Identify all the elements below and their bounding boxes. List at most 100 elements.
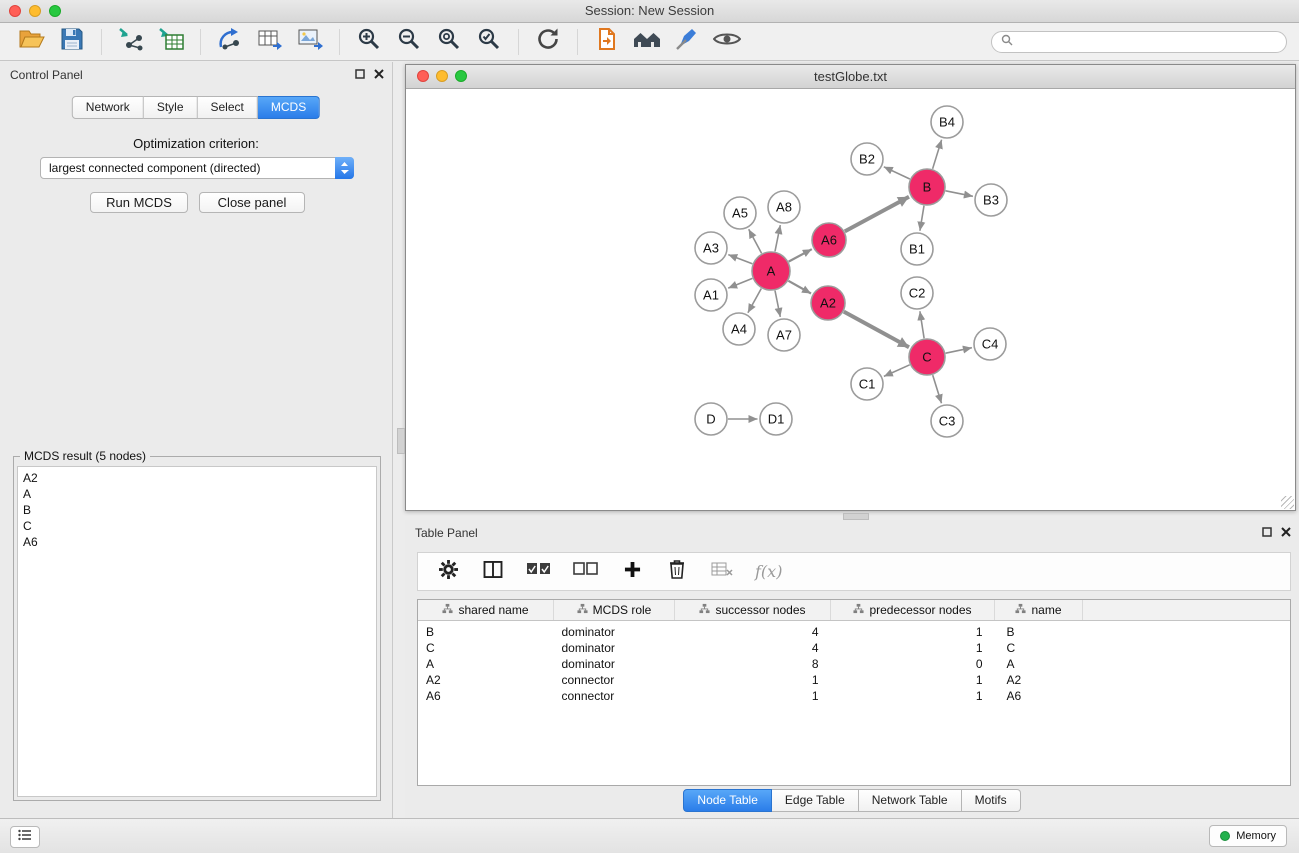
function-builder-button[interactable]: f(x) bbox=[755, 556, 782, 588]
graph-edge[interactable] bbox=[884, 365, 910, 377]
criterion-dropdown[interactable]: largest connected component (directed) bbox=[40, 157, 354, 179]
horizontal-splitter-handle[interactable] bbox=[843, 513, 869, 520]
graph-edge[interactable] bbox=[789, 249, 812, 261]
column-header-predecessor-nodes[interactable]: predecessor nodes bbox=[831, 600, 995, 621]
home-button[interactable] bbox=[627, 26, 667, 58]
network-from-selection-button[interactable] bbox=[210, 26, 250, 58]
graph-node-C3[interactable]: C3 bbox=[931, 405, 963, 437]
style-edit-button[interactable] bbox=[667, 26, 707, 58]
graph-edge[interactable] bbox=[748, 289, 761, 313]
float-panel-icon[interactable] bbox=[1262, 527, 1272, 537]
table-row[interactable]: Adominator80A bbox=[418, 656, 1290, 672]
table-row[interactable]: A6connector11A6 bbox=[418, 688, 1290, 704]
graph-edge[interactable] bbox=[920, 206, 924, 231]
graph-edge[interactable] bbox=[884, 167, 910, 179]
vertical-splitter-handle[interactable] bbox=[397, 428, 405, 454]
mcds-result-list[interactable]: A2ABCA6 bbox=[17, 466, 377, 797]
graph-node-A[interactable]: A bbox=[752, 252, 790, 290]
graph-node-B2[interactable]: B2 bbox=[851, 143, 883, 175]
graph-node-B[interactable]: B bbox=[909, 169, 945, 205]
delete-table-button[interactable] bbox=[710, 556, 734, 588]
column-header-successor-nodes[interactable]: successor nodes bbox=[675, 600, 831, 621]
tab-network-table[interactable]: Network Table bbox=[859, 789, 962, 812]
graph-node-C4[interactable]: C4 bbox=[974, 328, 1006, 360]
graph-edge[interactable] bbox=[844, 312, 909, 348]
graph-node-A2[interactable]: A2 bbox=[811, 286, 845, 320]
graph-edge[interactable] bbox=[775, 291, 780, 317]
graph-edge[interactable] bbox=[933, 140, 942, 169]
tab-select[interactable]: Select bbox=[198, 96, 258, 119]
column-header-name[interactable]: name bbox=[995, 600, 1083, 621]
graph-node-C1[interactable]: C1 bbox=[851, 368, 883, 400]
graph-edge[interactable] bbox=[749, 229, 762, 253]
close-panel-button[interactable]: Close panel bbox=[199, 192, 305, 213]
graph-node-A7[interactable]: A7 bbox=[768, 319, 800, 351]
close-panel-icon[interactable] bbox=[1281, 527, 1291, 537]
table-row[interactable]: Bdominator41B bbox=[418, 621, 1290, 641]
show-hide-button[interactable] bbox=[707, 26, 747, 58]
graph-node-C[interactable]: C bbox=[909, 339, 945, 375]
select-all-button[interactable] bbox=[526, 556, 552, 588]
graph-node-A3[interactable]: A3 bbox=[695, 232, 727, 264]
delete-columns-button[interactable] bbox=[665, 556, 689, 588]
task-history-button[interactable] bbox=[10, 826, 40, 848]
tab-network[interactable]: Network bbox=[72, 96, 144, 119]
search-input[interactable] bbox=[1019, 34, 1277, 50]
minimize-window-button[interactable] bbox=[29, 5, 41, 17]
float-panel-icon[interactable] bbox=[355, 69, 365, 79]
import-table-button[interactable] bbox=[151, 26, 191, 58]
close-panel-icon[interactable] bbox=[374, 69, 384, 79]
graph-node-D[interactable]: D bbox=[695, 403, 727, 435]
graph-node-A8[interactable]: A8 bbox=[768, 191, 800, 223]
graph-node-B3[interactable]: B3 bbox=[975, 184, 1007, 216]
zoom-window-button[interactable] bbox=[49, 5, 61, 17]
network-canvas[interactable]: B4 B2 B B3 A5 A8 A6 B1 A3 A C2 A1 A2 A4 A7 C4 C C1 C3 D D1 bbox=[406, 89, 1295, 510]
show-columns-button[interactable] bbox=[481, 556, 505, 588]
graph-node-C2[interactable]: C2 bbox=[901, 277, 933, 309]
tab-node-table[interactable]: Node Table bbox=[683, 789, 772, 812]
new-table-button[interactable] bbox=[250, 26, 290, 58]
graph-node-B4[interactable]: B4 bbox=[931, 106, 963, 138]
graph-node-B1[interactable]: B1 bbox=[901, 233, 933, 265]
graph-node-A4[interactable]: A4 bbox=[723, 313, 755, 345]
table-row[interactable]: A2connector11A2 bbox=[418, 672, 1290, 688]
graph-node-A1[interactable]: A1 bbox=[695, 279, 727, 311]
table-settings-button[interactable] bbox=[436, 556, 460, 588]
graph-edge[interactable] bbox=[845, 197, 909, 232]
column-header-shared-name[interactable]: shared name bbox=[418, 600, 554, 621]
close-window-button[interactable] bbox=[9, 5, 21, 17]
session-document-button[interactable] bbox=[587, 26, 627, 58]
window-resize-grip[interactable] bbox=[1281, 496, 1294, 509]
add-column-button[interactable] bbox=[620, 556, 644, 588]
tab-mcds[interactable]: MCDS bbox=[258, 96, 320, 119]
tab-motifs[interactable]: Motifs bbox=[962, 789, 1021, 812]
table-row[interactable]: Cdominator41C bbox=[418, 640, 1290, 656]
refresh-view-button[interactable] bbox=[528, 26, 568, 58]
graph-node-A5[interactable]: A5 bbox=[724, 197, 756, 229]
memory-button[interactable]: Memory bbox=[1209, 825, 1287, 847]
graph-edge[interactable] bbox=[946, 191, 973, 197]
save-session-button[interactable] bbox=[52, 26, 92, 58]
zoom-fit-button[interactable] bbox=[429, 26, 469, 58]
graph-edge[interactable] bbox=[788, 281, 811, 294]
open-file-button[interactable] bbox=[12, 26, 52, 58]
graph-edge[interactable] bbox=[946, 348, 972, 354]
graph-edge[interactable] bbox=[775, 225, 780, 251]
graph-node-D1[interactable]: D1 bbox=[760, 403, 792, 435]
network-window-titlebar[interactable]: testGlobe.txt bbox=[406, 65, 1295, 89]
tab-edge-table[interactable]: Edge Table bbox=[772, 789, 859, 812]
graph-node-A6[interactable]: A6 bbox=[812, 223, 846, 257]
run-mcds-button[interactable]: Run MCDS bbox=[90, 192, 188, 213]
zoom-out-button[interactable] bbox=[389, 26, 429, 58]
network-zoom-button[interactable] bbox=[455, 70, 467, 82]
network-minimize-button[interactable] bbox=[436, 70, 448, 82]
column-header-MCDS-role[interactable]: MCDS role bbox=[554, 600, 675, 621]
graph-edge[interactable] bbox=[728, 278, 752, 288]
import-network-button[interactable] bbox=[111, 26, 151, 58]
zoom-selected-button[interactable] bbox=[469, 26, 509, 58]
graph-edge[interactable] bbox=[920, 311, 924, 338]
graph-edge[interactable] bbox=[728, 255, 752, 264]
network-close-button[interactable] bbox=[417, 70, 429, 82]
export-image-button[interactable] bbox=[290, 26, 330, 58]
tab-style[interactable]: Style bbox=[144, 96, 198, 119]
